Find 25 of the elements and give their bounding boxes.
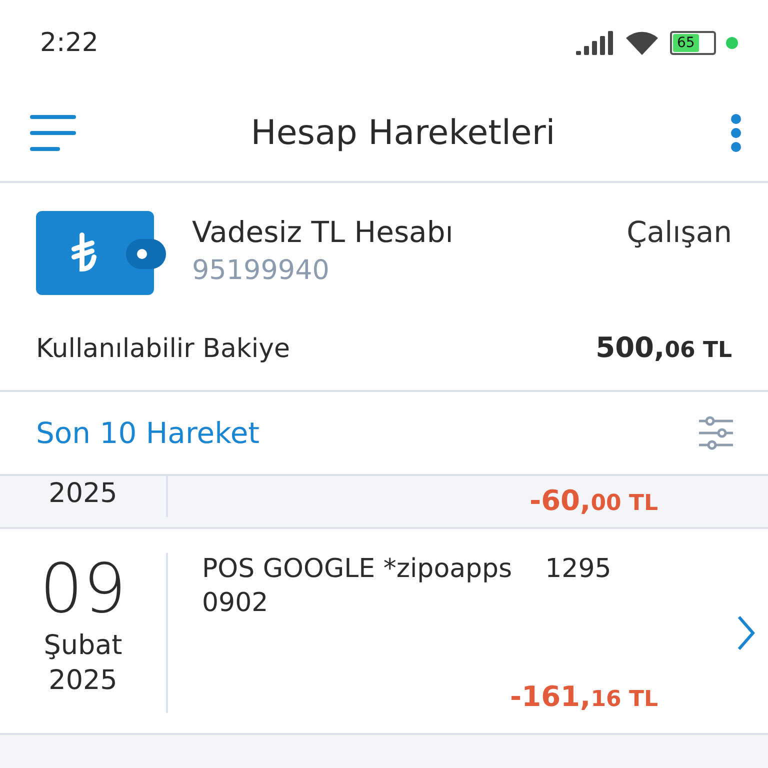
- transaction-amount: -161,16 TL: [510, 680, 658, 713]
- transaction-year: 2025: [48, 477, 118, 511]
- status-time: 2:22: [40, 28, 98, 58]
- more-button[interactable]: [730, 114, 742, 152]
- account-name: Vadesiz TL Hesabı: [192, 215, 454, 249]
- transaction-description: POS GOOGLE *zipoapps 1295 0902: [202, 553, 612, 620]
- transaction-day: 09: [40, 553, 126, 628]
- indicator-dot: [726, 36, 738, 48]
- wallet-icon: [36, 211, 166, 297]
- section-title: Son 10 Hareket: [36, 416, 260, 450]
- transaction-month: Şubat: [44, 628, 122, 663]
- chevron-right-icon[interactable]: [736, 614, 756, 652]
- battery-icon: 65: [670, 30, 716, 54]
- transaction-row[interactable]: 09 Şubat 2025 POS GOOGLE *zipoapps 1295 0902 -161,16 TL: [0, 529, 768, 735]
- page-title: Hesap Hareketleri: [250, 113, 556, 153]
- signal-icon: [576, 30, 614, 54]
- account-number: 95199940: [192, 255, 330, 286]
- transaction-year: 2025: [48, 664, 118, 698]
- menu-button[interactable]: [30, 113, 76, 153]
- filter-button[interactable]: [698, 416, 734, 450]
- account-type: Çalışan: [626, 214, 732, 249]
- transaction-amount: -60,00 TL: [529, 484, 658, 517]
- balance-amount: 500,06 TL: [596, 331, 732, 364]
- transaction-row[interactable]: 2025 -60,00 TL: [0, 476, 768, 529]
- balance-label: Kullanılabilir Bakiye: [36, 334, 290, 364]
